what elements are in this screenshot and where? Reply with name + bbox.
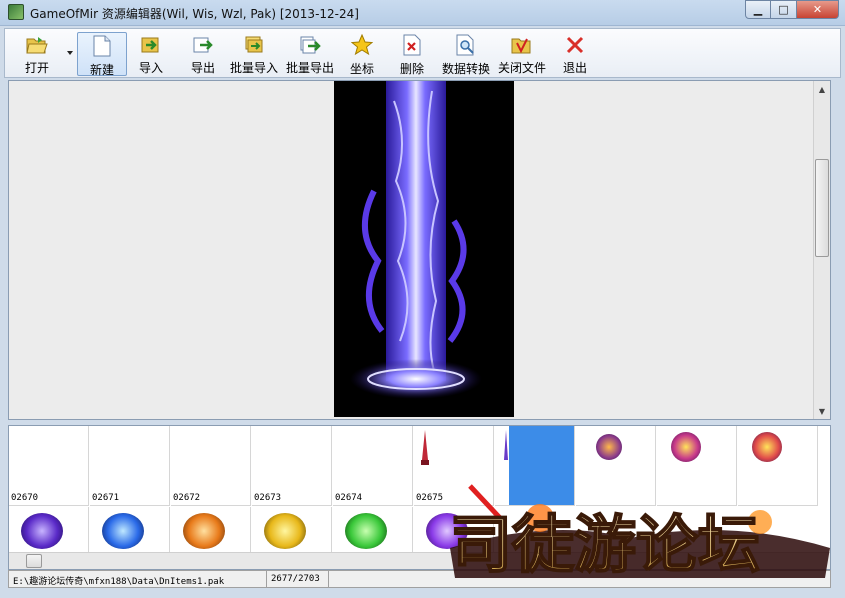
close-file-button[interactable]: 关闭文件 bbox=[497, 32, 547, 76]
export-button[interactable]: 导出 bbox=[187, 32, 219, 76]
window-title: GameOfMir 资源编辑器(Wil, Wis, Wzl, Pak) [201… bbox=[30, 7, 359, 21]
thumbnail-cell[interactable]: 02670 bbox=[9, 426, 89, 506]
open-label: 打开 bbox=[24, 61, 49, 75]
status-index: 2677/2703 bbox=[267, 571, 329, 587]
exit-x-icon bbox=[564, 34, 586, 55]
coords-label: 坐标 bbox=[349, 62, 374, 76]
new-button[interactable]: 新建 bbox=[77, 32, 127, 77]
delete-document-icon bbox=[401, 34, 423, 56]
batch-export-button[interactable]: 批量导出 bbox=[285, 32, 335, 76]
folder-open-icon bbox=[26, 34, 48, 55]
batch-import-label: 批量导入 bbox=[229, 61, 278, 75]
batch-import-icon bbox=[243, 34, 265, 55]
import-button[interactable]: 导入 bbox=[135, 32, 167, 76]
watermark-text: 司徒游论坛 bbox=[450, 508, 760, 581]
purple-amulet-icon bbox=[21, 513, 63, 549]
blue-amulet-icon bbox=[102, 513, 144, 549]
thumbnail-cell[interactable]: 02671 bbox=[90, 426, 170, 506]
gem-icon bbox=[752, 432, 782, 462]
new-label: 新建 bbox=[89, 63, 114, 77]
coords-button[interactable]: 坐标 bbox=[347, 32, 377, 76]
orange-amulet-icon bbox=[183, 513, 225, 549]
green-amulet-icon bbox=[345, 513, 387, 549]
batch-export-icon bbox=[299, 34, 321, 55]
window-controls: ▁ □ ✕ bbox=[745, 0, 839, 19]
forum-watermark: 司徒游论坛 bbox=[430, 478, 845, 588]
maximize-button[interactable]: □ bbox=[771, 0, 797, 19]
cell-index: 02672 bbox=[173, 493, 201, 503]
scroll-down-arrow[interactable]: ▼ bbox=[814, 403, 830, 419]
horizontal-scroll-thumb[interactable] bbox=[26, 554, 42, 568]
thumbnail-cell[interactable]: 02673 bbox=[252, 426, 332, 506]
import-icon bbox=[140, 34, 162, 55]
new-document-icon bbox=[91, 35, 113, 57]
preview-image bbox=[334, 81, 514, 417]
open-dropdown-arrow[interactable] bbox=[67, 51, 73, 55]
convert-label: 数据转换 bbox=[441, 62, 490, 76]
delete-label: 删除 bbox=[399, 62, 424, 76]
export-icon bbox=[192, 34, 214, 55]
batch-export-label: 批量导出 bbox=[285, 61, 334, 75]
cell-index: 02674 bbox=[335, 493, 363, 503]
export-label: 导出 bbox=[190, 61, 215, 75]
minimize-button[interactable]: ▁ bbox=[745, 0, 771, 19]
star-icon bbox=[351, 34, 373, 56]
cell-index: 02673 bbox=[254, 493, 282, 503]
thumbnail-cell[interactable]: 02674 bbox=[333, 426, 413, 506]
batch-import-button[interactable]: 批量导入 bbox=[229, 32, 279, 76]
toolbar: 打开 新建 导入 导出 批量导入 批量导出 坐标 删除 数据转换 关闭文件 退出 bbox=[4, 28, 841, 78]
cell-index: 02671 bbox=[92, 493, 120, 503]
close-window-button[interactable]: ✕ bbox=[797, 0, 839, 19]
title-bar: GameOfMir 资源编辑器(Wil, Wis, Wzl, Pak) [201… bbox=[0, 0, 845, 26]
status-file-path: E:\趣游论坛传奇\mfxn188\Data\DnItems1.pak bbox=[9, 571, 267, 587]
gem-icon bbox=[671, 432, 701, 462]
open-button[interactable]: 打开 bbox=[19, 32, 55, 76]
app-icon bbox=[8, 4, 24, 20]
delete-button[interactable]: 删除 bbox=[397, 32, 427, 76]
import-label: 导入 bbox=[138, 61, 163, 75]
scroll-thumb[interactable] bbox=[815, 159, 829, 257]
folder-close-icon bbox=[511, 34, 533, 55]
gold-amulet-icon bbox=[264, 513, 306, 549]
scroll-up-arrow[interactable]: ▲ bbox=[814, 81, 830, 97]
magnifier-document-icon bbox=[455, 34, 477, 56]
orb-icon bbox=[596, 434, 622, 460]
exit-label: 退出 bbox=[562, 61, 587, 75]
close-file-label: 关闭文件 bbox=[497, 61, 546, 75]
cell-index: 02670 bbox=[11, 493, 39, 503]
thumbnail-cell[interactable]: 02672 bbox=[171, 426, 251, 506]
exit-button[interactable]: 退出 bbox=[560, 32, 590, 76]
preview-vertical-scrollbar[interactable]: ▲ ▼ bbox=[813, 81, 830, 419]
convert-button[interactable]: 数据转换 bbox=[441, 32, 491, 76]
image-preview-pane: ▲ ▼ bbox=[8, 80, 831, 420]
sword-icon bbox=[421, 430, 429, 465]
